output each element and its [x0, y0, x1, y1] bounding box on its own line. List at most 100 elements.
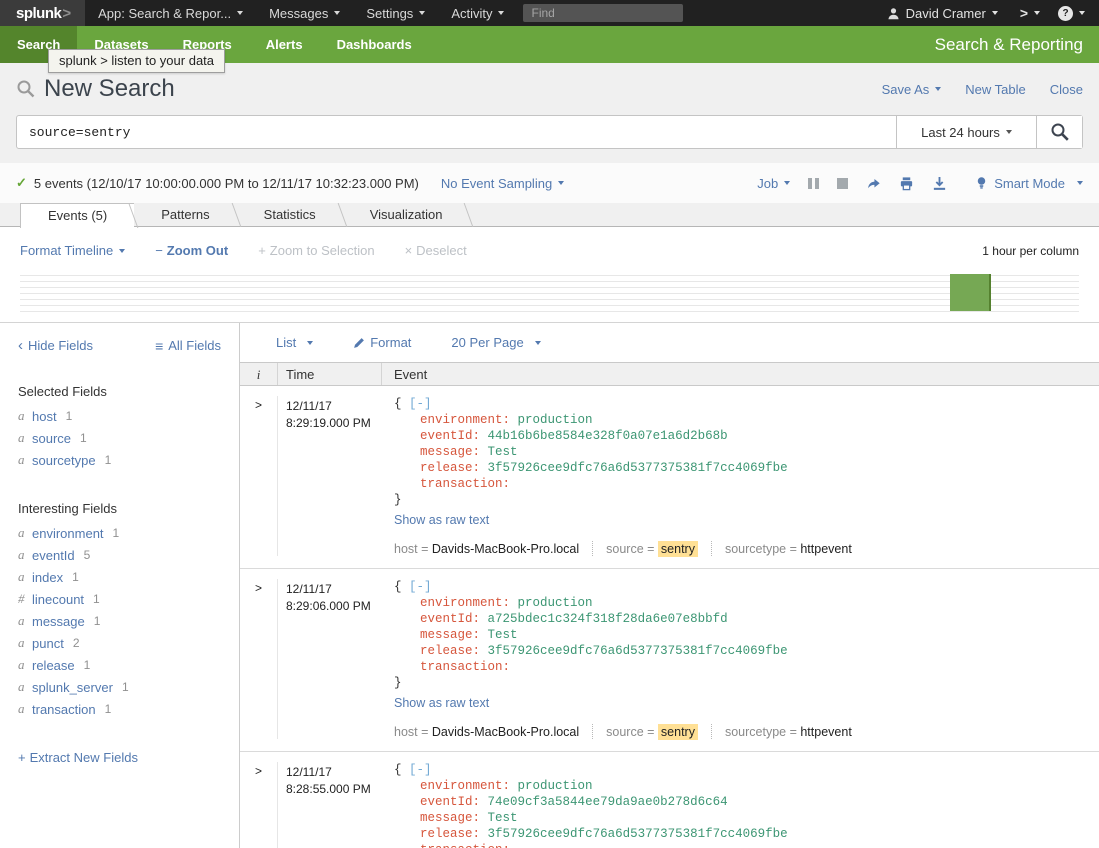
field-item-eventId[interactable]: a eventId 5	[0, 544, 239, 566]
json-key[interactable]: eventId	[420, 612, 473, 626]
hide-fields-button[interactable]: ‹Hide Fields	[18, 337, 93, 354]
nav-alerts[interactable]: Alerts	[249, 26, 320, 63]
json-key[interactable]: eventId	[420, 429, 473, 443]
format-timeline-menu[interactable]: Format Timeline	[20, 243, 125, 258]
splunk-logo[interactable]: splunk>	[0, 0, 85, 26]
pause-button[interactable]	[808, 178, 819, 189]
list-view-menu[interactable]: List	[276, 335, 313, 350]
meta-sourcetype[interactable]: sourcetype = httpevent	[725, 725, 852, 739]
deselect-button[interactable]: ×Deselect	[405, 243, 467, 258]
field-name[interactable]: sourcetype	[32, 453, 96, 468]
json-key[interactable]: release	[420, 644, 473, 658]
json-key[interactable]: eventId	[420, 795, 473, 809]
event-time-cell[interactable]: 12/11/178:28:55.000 PM	[278, 762, 382, 848]
json-key[interactable]: message	[420, 445, 473, 459]
export-button[interactable]	[932, 176, 947, 191]
field-item-release[interactable]: a release 1	[0, 654, 239, 676]
save-as-button[interactable]: Save As	[882, 82, 942, 97]
search-query-input[interactable]: source=sentry	[17, 116, 896, 148]
share-button[interactable]	[866, 176, 881, 191]
field-item-transaction[interactable]: a transaction 1	[0, 698, 239, 720]
field-name[interactable]: release	[32, 658, 75, 673]
job-menu[interactable]: Job	[757, 176, 790, 191]
stop-button[interactable]	[837, 178, 848, 189]
json-key[interactable]: transaction	[420, 660, 503, 674]
json-value[interactable]: production	[518, 779, 593, 793]
zoom-out-button[interactable]: −Zoom Out	[155, 243, 228, 258]
json-value[interactable]: 3f57926cee9dfc76a6d5377375381f7cc4069fbe	[488, 827, 788, 841]
field-name[interactable]: punct	[32, 636, 64, 651]
expand-event-chevron[interactable]: >	[255, 398, 262, 412]
search-mode-menu[interactable]: Smart Mode	[975, 176, 1083, 191]
timeline-bar[interactable]	[950, 274, 991, 311]
json-value[interactable]: production	[518, 596, 593, 610]
json-key[interactable]: message	[420, 628, 473, 642]
json-key[interactable]: release	[420, 461, 473, 475]
field-item-message[interactable]: a message 1	[0, 610, 239, 632]
json-key[interactable]: release	[420, 827, 473, 841]
json-collapse-toggle[interactable]: [-]	[409, 763, 432, 777]
field-name[interactable]: transaction	[32, 702, 96, 717]
json-value[interactable]: production	[518, 413, 593, 427]
json-value[interactable]: Test	[488, 811, 518, 825]
json-key[interactable]: environment	[420, 596, 503, 610]
settings-menu[interactable]: Settings	[353, 0, 438, 26]
field-name[interactable]: environment	[32, 526, 104, 541]
print-button[interactable]	[899, 176, 914, 191]
field-item-sourcetype[interactable]: a sourcetype 1	[0, 449, 239, 471]
field-name[interactable]: message	[32, 614, 85, 629]
zoom-to-selection-button[interactable]: +Zoom to Selection	[258, 243, 374, 258]
field-name[interactable]: host	[32, 409, 57, 424]
meta-source[interactable]: source = sentry	[606, 725, 698, 739]
expand-event-chevron[interactable]: >	[255, 581, 262, 595]
field-item-source[interactable]: a source 1	[0, 427, 239, 449]
tab-visualization[interactable]: Visualization	[343, 203, 470, 226]
nav-dashboards[interactable]: Dashboards	[320, 26, 429, 63]
json-value[interactable]: Test	[488, 445, 518, 459]
new-table-button[interactable]: New Table	[965, 82, 1025, 97]
show-raw-text-link[interactable]: Show as raw text	[394, 696, 489, 710]
event-time-cell[interactable]: 12/11/178:29:06.000 PM	[278, 579, 382, 739]
json-value[interactable]: a725bdec1c324f318f28da6e07e8bbfd	[488, 612, 728, 626]
field-item-host[interactable]: a host 1	[0, 405, 239, 427]
meta-host[interactable]: host = Davids-MacBook-Pro.local	[394, 542, 579, 556]
tab-patterns[interactable]: Patterns	[134, 203, 236, 226]
field-name[interactable]: splunk_server	[32, 680, 113, 695]
tab-events[interactable]: Events (5)	[20, 203, 134, 228]
json-key[interactable]: transaction	[420, 477, 503, 491]
meta-host[interactable]: host = Davids-MacBook-Pro.local	[394, 725, 579, 739]
field-item-punct[interactable]: a punct 2	[0, 632, 239, 654]
time-range-picker[interactable]: Last 24 hours	[896, 116, 1036, 148]
field-item-splunk_server[interactable]: a splunk_server 1	[0, 676, 239, 698]
json-key[interactable]: environment	[420, 413, 503, 427]
json-value[interactable]: 3f57926cee9dfc76a6d5377375381f7cc4069fbe	[488, 461, 788, 475]
json-value[interactable]: Test	[488, 628, 518, 642]
field-item-linecount[interactable]: # linecount 1	[0, 588, 239, 610]
field-name[interactable]: index	[32, 570, 63, 585]
tab-statistics[interactable]: Statistics	[237, 203, 343, 226]
meta-source[interactable]: source = sentry	[606, 542, 698, 556]
show-raw-text-link[interactable]: Show as raw text	[394, 513, 489, 527]
json-value[interactable]: 74e09cf3a5844ee79da9ae0b278d6c64	[488, 795, 728, 809]
field-name[interactable]: eventId	[32, 548, 75, 563]
run-search-button[interactable]	[1036, 116, 1082, 148]
json-value[interactable]: 44b16b6be8584e328f0a07e1a6d2b68b	[488, 429, 728, 443]
per-page-menu[interactable]: 20 Per Page	[451, 335, 540, 350]
expand-event-chevron[interactable]: >	[255, 764, 262, 778]
json-value[interactable]: 3f57926cee9dfc76a6d5377375381f7cc4069fbe	[488, 644, 788, 658]
extract-new-fields-button[interactable]: +Extract New Fields	[18, 750, 221, 765]
format-menu[interactable]: Format	[353, 335, 411, 350]
meta-sourcetype[interactable]: sourcetype = httpevent	[725, 542, 852, 556]
quick-launch-menu[interactable]: >	[1008, 5, 1052, 21]
event-sampling-menu[interactable]: No Event Sampling	[441, 176, 564, 191]
close-button[interactable]: Close	[1050, 82, 1083, 97]
field-item-environment[interactable]: a environment 1	[0, 522, 239, 544]
field-name[interactable]: linecount	[32, 592, 84, 607]
json-key[interactable]: transaction	[420, 843, 503, 848]
all-fields-button[interactable]: ≡All Fields	[155, 337, 221, 354]
json-key[interactable]: environment	[420, 779, 503, 793]
help-menu[interactable]: ?	[1052, 6, 1099, 21]
event-time-cell[interactable]: 12/11/178:29:19.000 PM	[278, 396, 382, 556]
field-item-index[interactable]: a index 1	[0, 566, 239, 588]
json-key[interactable]: message	[420, 811, 473, 825]
